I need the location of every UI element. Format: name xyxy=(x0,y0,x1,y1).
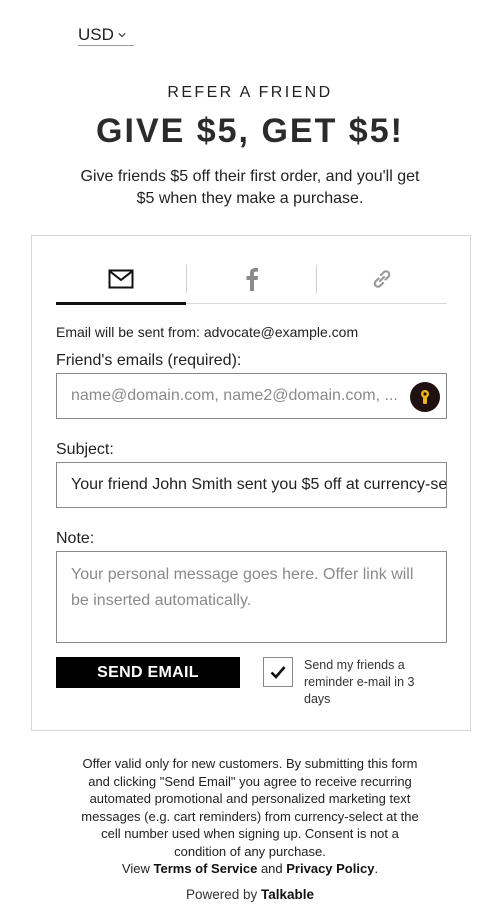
emails-label: Friend's emails (required): xyxy=(56,352,242,369)
powered-prefix: Powered by xyxy=(185,887,258,902)
checkmark-icon xyxy=(270,666,286,679)
reminder-checkbox[interactable] xyxy=(263,657,293,687)
tab-link[interactable] xyxy=(317,254,447,303)
legal-period: . xyxy=(374,861,379,876)
sender-info: Email will be sent from: advocate@exampl… xyxy=(56,324,359,340)
tab-facebook[interactable] xyxy=(187,254,317,303)
currency-select[interactable]: USD xyxy=(78,24,134,46)
talkable-brand-link[interactable]: Talkable xyxy=(261,887,314,902)
share-tabs xyxy=(56,254,447,305)
emails-placeholder: name@domain.com, name2@domain.com, ... xyxy=(71,387,398,404)
currency-value: USD xyxy=(78,24,114,44)
legal-view-prefix: View xyxy=(121,861,150,876)
send-email-button[interactable]: SEND EMAIL xyxy=(56,657,240,688)
subject-label: Subject: xyxy=(56,441,114,458)
note-textarea[interactable]: Your personal message goes here. Offer l… xyxy=(56,551,447,643)
legal-disclaimer: Offer valid only for new customers. By s… xyxy=(78,755,422,878)
reminder-label: Send my friends a reminder e-mail in 3 d… xyxy=(304,658,415,706)
link-icon xyxy=(373,269,391,288)
friend-emails-input[interactable]: name@domain.com, name2@domain.com, ... xyxy=(56,373,447,419)
chevron-down-icon xyxy=(118,32,126,37)
facebook-icon xyxy=(246,267,258,291)
subject-input[interactable]: Your friend John Smith sent you $5 off a… xyxy=(56,462,447,508)
tab-email[interactable] xyxy=(56,254,186,305)
keyhole-icon xyxy=(421,390,429,404)
terms-of-service-link[interactable]: Terms of Service xyxy=(154,861,258,876)
legal-text: Offer valid only for new customers. By s… xyxy=(81,756,419,859)
eyebrow-text: REFER A FRIEND xyxy=(167,84,333,101)
legal-and: and xyxy=(260,861,283,876)
powered-by: Powered by Talkable xyxy=(0,887,500,902)
privacy-policy-link[interactable]: Privacy Policy xyxy=(286,861,374,876)
envelope-icon xyxy=(108,269,134,288)
page-title: GIVE $5, GET $5! xyxy=(96,112,404,150)
offer-description: Give friends $5 off their first order, a… xyxy=(80,168,420,207)
referral-card: Email will be sent from: advocate@exampl… xyxy=(31,235,471,731)
password-manager-icon[interactable] xyxy=(410,382,440,412)
note-label: Note: xyxy=(56,530,95,547)
